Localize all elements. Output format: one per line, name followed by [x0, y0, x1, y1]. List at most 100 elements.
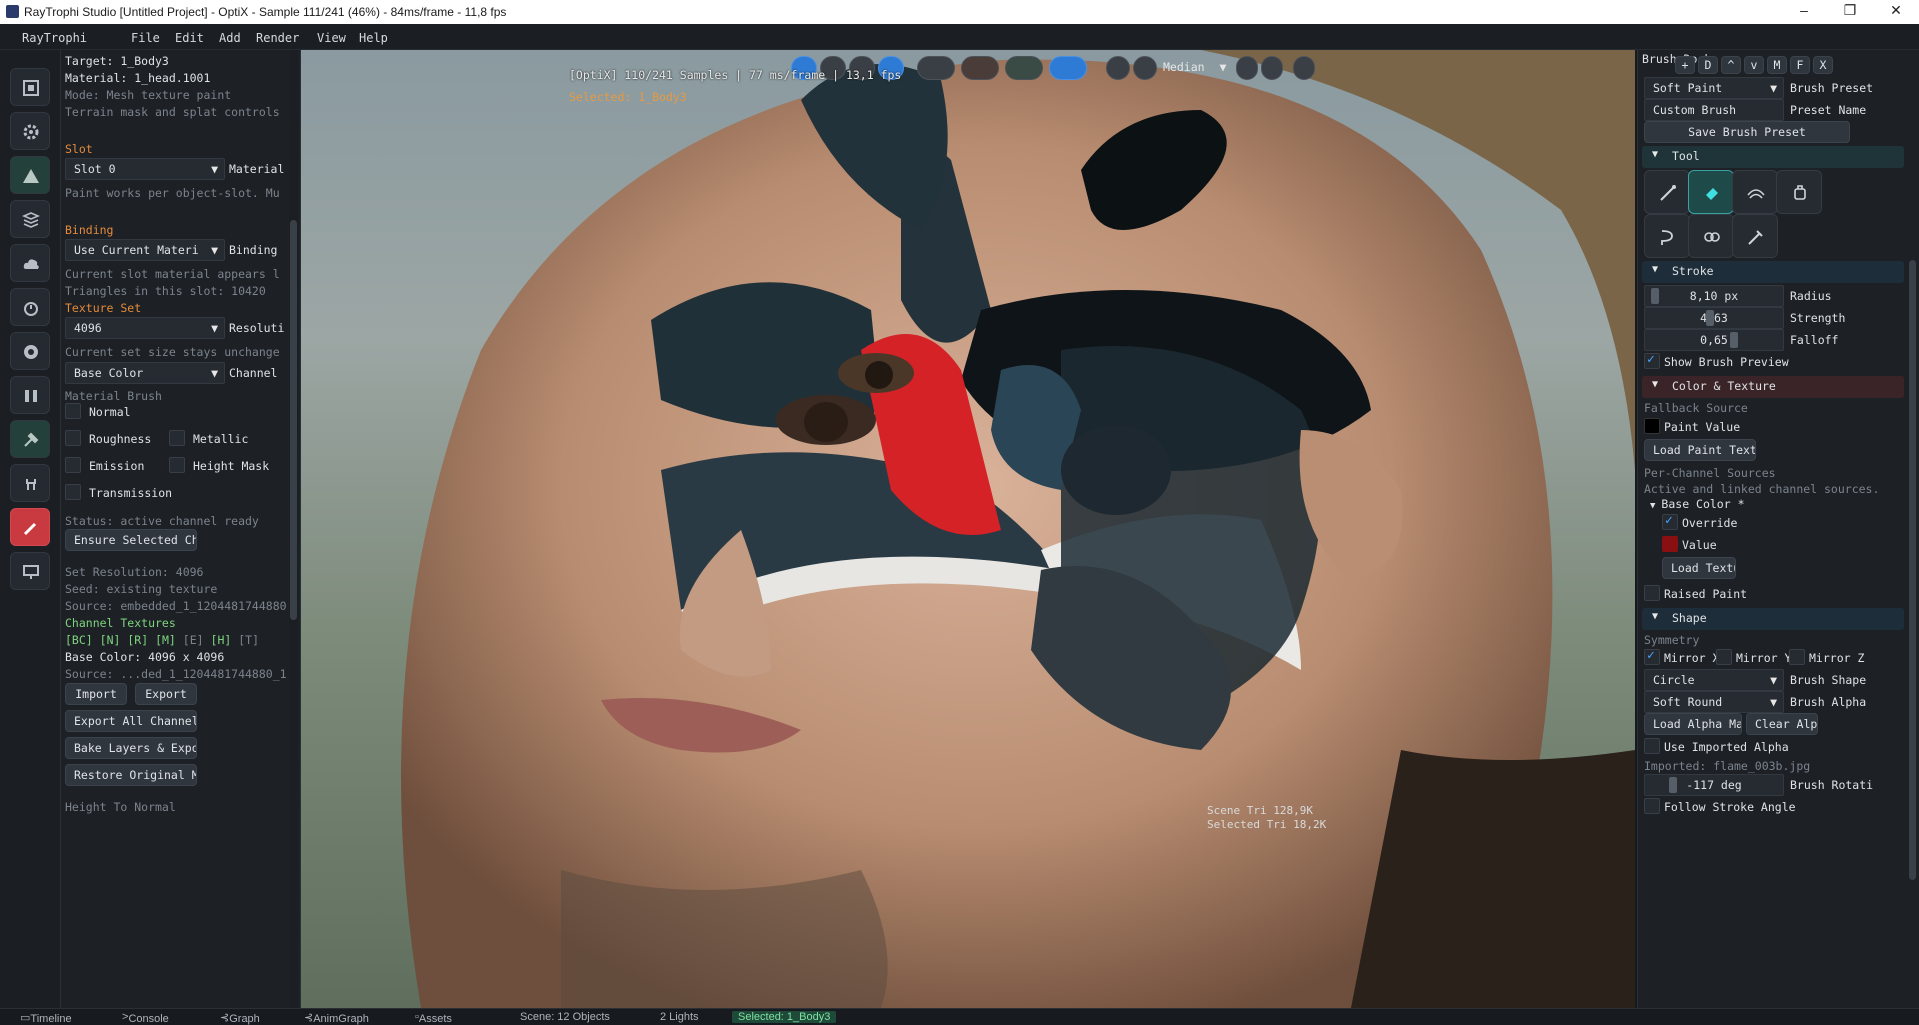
dock-add-button[interactable]: +: [1675, 56, 1695, 74]
camera-button[interactable]: [1106, 56, 1130, 80]
stats-button[interactable]: [1133, 56, 1157, 80]
menu-render[interactable]: Render: [256, 31, 299, 45]
minimize-button[interactable]: –: [1784, 2, 1824, 18]
viewport-settings-button[interactable]: [1293, 56, 1315, 80]
shape-section-header[interactable]: Shape: [1642, 608, 1904, 630]
menu-file[interactable]: File: [131, 31, 160, 45]
denoiser-select[interactable]: Median ▼: [1163, 60, 1226, 74]
layers-tool-button[interactable]: [10, 200, 50, 238]
use-imported-alpha-checkbox[interactable]: [1644, 738, 1660, 754]
pick-tool-button[interactable]: [1732, 214, 1778, 258]
export-button[interactable]: Export: [135, 683, 197, 705]
menu-view[interactable]: View: [317, 31, 346, 45]
tab-assets[interactable]: ▫ Assets: [415, 1011, 452, 1025]
smudge-tool-button[interactable]: [1644, 214, 1690, 258]
menu-add[interactable]: Add: [219, 31, 241, 45]
right-panel-scrollbar[interactable]: [1908, 50, 1917, 1008]
cloud-tool-button[interactable]: [10, 244, 50, 282]
paint-brush-tool-button[interactable]: [10, 508, 50, 546]
scrollbar-thumb[interactable]: [290, 220, 297, 620]
show-brush-preview-checkbox[interactable]: [1644, 352, 1660, 369]
slider-knob[interactable]: [1706, 310, 1715, 326]
base-color-node[interactable]: ▼ Base Color *: [1650, 497, 1745, 511]
brush-tool-button[interactable]: [1644, 170, 1690, 214]
follow-stroke-angle-checkbox[interactable]: [1644, 798, 1660, 814]
radius-slider[interactable]: 8,10 px: [1644, 285, 1784, 307]
brand-menu[interactable]: RayTrophi: [22, 31, 87, 45]
dock-down-button[interactable]: v: [1744, 56, 1764, 74]
sculpt-tool-button[interactable]: [10, 420, 50, 458]
load-paint-texture-button[interactable]: Load Paint Texture: [1644, 439, 1756, 461]
transmission-checkbox[interactable]: [65, 484, 81, 500]
smooth-tool-button[interactable]: [1732, 170, 1778, 214]
close-button[interactable]: ✕: [1876, 2, 1916, 19]
brush-shape-select[interactable]: Circle ▼: [1644, 669, 1784, 691]
brush-alpha-select[interactable]: Soft Round ▼: [1644, 691, 1784, 713]
left-panel-scrollbar[interactable]: [289, 50, 298, 1008]
rig-tool-button[interactable]: [10, 464, 50, 502]
raised-paint-checkbox[interactable]: [1644, 585, 1660, 601]
clear-alpha-button[interactable]: Clear Alpha: [1746, 713, 1818, 735]
dock-m-button[interactable]: M: [1767, 56, 1787, 74]
mirror-z-checkbox[interactable]: [1789, 649, 1805, 665]
target-view-button[interactable]: [1261, 56, 1283, 80]
color-texture-section-header[interactable]: Color & Texture: [1642, 376, 1904, 398]
override-value-swatch[interactable]: [1662, 536, 1678, 552]
scrollbar-thumb[interactable]: [1909, 260, 1916, 880]
channel-select[interactable]: Base Color ▼: [65, 362, 225, 384]
slider-knob[interactable]: [1729, 332, 1738, 348]
save-brush-preset-button[interactable]: Save Brush Preset: [1644, 121, 1850, 143]
slider-knob[interactable]: [1651, 288, 1660, 304]
shading-render-button[interactable]: [1049, 56, 1087, 80]
tool-section-header[interactable]: Tool: [1642, 146, 1904, 168]
menu-edit[interactable]: Edit: [175, 31, 204, 45]
import-button[interactable]: Import: [65, 683, 127, 705]
dock-duplicate-button[interactable]: D: [1698, 56, 1718, 74]
clone-tool-button[interactable]: [1688, 214, 1734, 258]
export-all-channels-button[interactable]: Export All Channels: [65, 710, 197, 732]
load-texture-button[interactable]: Load Texture: [1662, 557, 1736, 579]
settings-tool-button[interactable]: [10, 112, 50, 150]
restore-original-material-button[interactable]: Restore Original Mater: [65, 764, 197, 786]
columns-tool-button[interactable]: [10, 376, 50, 414]
shading-preview-button[interactable]: [1005, 56, 1043, 80]
timer-tool-button[interactable]: [10, 288, 50, 326]
bake-layers-export-button[interactable]: Bake Layers & Export: [65, 737, 197, 759]
falloff-slider[interactable]: 0,65: [1644, 329, 1784, 351]
preset-name-input[interactable]: [1644, 99, 1784, 121]
mirror-x-checkbox[interactable]: [1644, 648, 1660, 665]
material-tool-button[interactable]: [10, 332, 50, 370]
presentation-tool-button[interactable]: [10, 552, 50, 590]
roughness-checkbox[interactable]: [65, 430, 81, 446]
slot-select[interactable]: Slot 0 ▼: [65, 158, 225, 180]
emission-checkbox[interactable]: [65, 457, 81, 473]
tab-console[interactable]: > Console: [122, 1011, 169, 1025]
paint-value-swatch[interactable]: [1644, 418, 1660, 434]
tab-timeline[interactable]: ▭ Timeline: [20, 1011, 72, 1025]
render-viewport[interactable]: Median ▼ [OptiX] 110/241 Samples | 77 ms…: [301, 50, 1635, 1008]
scene-tool-button[interactable]: [10, 68, 50, 106]
tab-animgraph[interactable]: ⊰ AnimGraph: [304, 1011, 369, 1025]
slider-knob[interactable]: [1669, 777, 1677, 793]
stroke-section-header[interactable]: Stroke: [1642, 261, 1904, 283]
terrain-tool-button[interactable]: [10, 156, 50, 194]
dock-close-button[interactable]: X: [1813, 56, 1833, 74]
strength-slider[interactable]: 4,63: [1644, 307, 1784, 329]
load-alpha-mask-button[interactable]: Load Alpha Mask: [1644, 713, 1742, 735]
height-mask-checkbox[interactable]: [169, 457, 185, 473]
shading-material-button[interactable]: [961, 56, 999, 80]
metallic-checkbox[interactable]: [169, 430, 185, 446]
binding-select[interactable]: Use Current Materi ▼: [65, 239, 225, 261]
override-checkbox[interactable]: [1662, 513, 1678, 530]
brush-preset-select[interactable]: Soft Paint ▼: [1644, 77, 1784, 99]
eraser-tool-button[interactable]: [1688, 170, 1734, 214]
mirror-y-checkbox[interactable]: [1716, 649, 1732, 665]
brush-rotation-slider[interactable]: -117 deg: [1644, 774, 1784, 796]
add-view-button[interactable]: [1236, 56, 1258, 80]
normal-checkbox[interactable]: [65, 403, 81, 419]
maximize-button[interactable]: ❐: [1830, 2, 1870, 19]
fill-tool-button[interactable]: [1776, 170, 1822, 214]
dock-up-button[interactable]: ^: [1721, 56, 1741, 74]
tab-graph[interactable]: ⊰ Graph: [220, 1011, 260, 1025]
ensure-channel-button[interactable]: Ensure Selected Channe: [65, 529, 197, 551]
